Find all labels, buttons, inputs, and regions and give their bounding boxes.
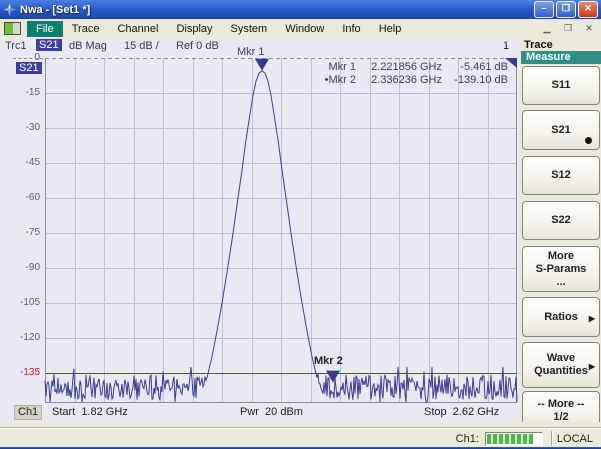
y-tick-label: -45 bbox=[0, 157, 40, 168]
mdi-minimize-icon[interactable]: ▁ bbox=[538, 21, 556, 36]
diagram-area[interactable]: Trc1 S21 dB Mag 15 dB / Ref 0 dB 1 0-15-… bbox=[0, 38, 519, 422]
softkey-label: S21 bbox=[551, 124, 571, 137]
menu-item-display[interactable]: Display bbox=[167, 21, 221, 37]
marker-readout-row: Mkr 12.221856 GHz-5.461 dB bbox=[312, 61, 508, 74]
marker-name: Mkr 1 bbox=[312, 61, 356, 74]
marker1-flag-label[interactable]: Mkr 1 bbox=[237, 46, 265, 58]
active-selection-dot bbox=[585, 137, 592, 144]
menu-bar: FileTraceChannelDisplaySystemWindowInfoH… bbox=[0, 19, 601, 39]
plot-canvas[interactable] bbox=[45, 58, 517, 403]
softkey-s12[interactable]: S12 bbox=[522, 156, 600, 195]
marker-readout: Mkr 12.221856 GHz-5.461 dB•Mkr 22.336236… bbox=[312, 61, 508, 87]
menu-item-system[interactable]: System bbox=[222, 21, 277, 37]
sweep-progress-bar bbox=[485, 432, 543, 446]
softkey-more-s-params[interactable]: MoreS-Params... bbox=[522, 246, 600, 292]
menu-item-info[interactable]: Info bbox=[333, 21, 369, 37]
mdi-close-icon[interactable]: ✕ bbox=[580, 21, 598, 36]
submenu-arrow-icon: ▶ bbox=[589, 312, 595, 325]
reference-line-extension bbox=[13, 58, 43, 59]
channel-info-bar: Ch1 Start 1.82 GHz Pwr 20 dBm Stop 2.62 … bbox=[0, 403, 519, 422]
softkey-label: Ratios bbox=[544, 311, 578, 324]
menu-items: FileTraceChannelDisplaySystemWindowInfoH… bbox=[27, 23, 410, 35]
y-tick-label: -60 bbox=[0, 192, 40, 203]
softkey-s22[interactable]: S22 bbox=[522, 201, 600, 240]
marker1-triangle[interactable] bbox=[255, 59, 269, 71]
app-icon bbox=[3, 3, 16, 16]
softkey-label: S11 bbox=[552, 79, 571, 92]
softkey-label: Quantities bbox=[534, 365, 588, 378]
submenu-arrow-icon: ▶ bbox=[589, 360, 595, 373]
softkey-ratios[interactable]: Ratios ▶ bbox=[522, 297, 600, 337]
menu-item-help[interactable]: Help bbox=[370, 21, 411, 37]
channel-badge[interactable]: Ch1 bbox=[14, 405, 42, 420]
y-tick-label: -30 bbox=[0, 122, 40, 133]
softkey-label: More bbox=[548, 250, 574, 263]
status-bar: Ch1: LOCAL bbox=[0, 428, 601, 448]
status-channel-label: Ch1: bbox=[456, 433, 479, 445]
y-tick-label: -75 bbox=[0, 227, 40, 238]
softkey-s21[interactable]: S21 bbox=[522, 110, 600, 150]
sweep-start-value: Start 1.82 GHz bbox=[52, 406, 128, 418]
softkey-s11[interactable]: S11 bbox=[522, 66, 600, 105]
softkey-section-header: Measure bbox=[521, 51, 601, 64]
softkey-sidebar: Trace Measure S11 S21 S12 S22 MoreS-Params..… bbox=[519, 38, 601, 428]
sweep-stop-value: Stop 2.62 GHz bbox=[424, 406, 499, 418]
title-bar[interactable]: Nwa - [Set1 *] – ❐ ✕ bbox=[0, 0, 601, 19]
y-tick-label: -120 bbox=[0, 332, 40, 343]
y-tick-label: -15 bbox=[0, 87, 40, 98]
status-divider bbox=[551, 431, 552, 446]
trace-measurement-chip[interactable]: S21 bbox=[36, 39, 62, 51]
marker-frequency: 2.336236 GHz bbox=[356, 74, 442, 87]
marker-frequency: 2.221856 GHz bbox=[356, 61, 442, 74]
remote-local-indicator: LOCAL bbox=[557, 433, 593, 445]
menu-item-trace[interactable]: Trace bbox=[63, 21, 109, 37]
softkey-menu-title: Trace bbox=[524, 39, 553, 51]
y-tick-label: -135 bbox=[0, 367, 40, 378]
softkey-label: ... bbox=[556, 276, 565, 289]
y-tick-label: -105 bbox=[0, 297, 40, 308]
softkey-label: -- More -- bbox=[537, 398, 584, 411]
marker-name: •Mkr 2 bbox=[312, 74, 356, 87]
diagram-number: 1 bbox=[503, 40, 509, 52]
trace-label-chip[interactable]: S21 bbox=[16, 62, 42, 74]
minimize-button[interactable]: – bbox=[534, 1, 554, 18]
trace-format[interactable]: dB Mag bbox=[69, 40, 107, 52]
marker-level: -139.10 dB bbox=[442, 74, 508, 87]
window-title: Nwa - [Set1 *] bbox=[20, 4, 534, 16]
sweep-power-value: Pwr 20 dBm bbox=[240, 406, 303, 418]
mdi-restore-icon[interactable]: ❐ bbox=[559, 21, 577, 36]
softkey-wave-quantities[interactable]: WaveQuantities▶ bbox=[522, 342, 600, 388]
trace-name[interactable]: Trc1 bbox=[5, 40, 27, 52]
trace-reference[interactable]: Ref 0 dB bbox=[176, 40, 219, 52]
softkey-label: S22 bbox=[551, 214, 571, 227]
menu-item-window[interactable]: Window bbox=[276, 21, 333, 37]
restore-button[interactable]: ❐ bbox=[556, 1, 576, 18]
nwa-application-window: Nwa - [Set1 *] – ❐ ✕ FileTraceChannelDis… bbox=[0, 0, 601, 449]
softkey-label: S-Params bbox=[536, 263, 587, 276]
menu-item-channel[interactable]: Channel bbox=[108, 21, 167, 37]
marker-readout-row: •Mkr 22.336236 GHz-139.10 dB bbox=[312, 74, 508, 87]
marker2-flag-label[interactable]: Mkr 2 bbox=[314, 355, 343, 367]
softkey-label: Wave bbox=[547, 352, 575, 365]
document-icon[interactable] bbox=[4, 22, 21, 35]
menu-item-file[interactable]: File bbox=[27, 21, 63, 37]
y-tick-label: -90 bbox=[0, 262, 40, 273]
close-button[interactable]: ✕ bbox=[578, 1, 598, 18]
marker-level: -5.461 dB bbox=[442, 61, 508, 74]
softkey-label: S12 bbox=[551, 169, 571, 182]
trace-scale[interactable]: 15 dB / bbox=[124, 40, 159, 52]
